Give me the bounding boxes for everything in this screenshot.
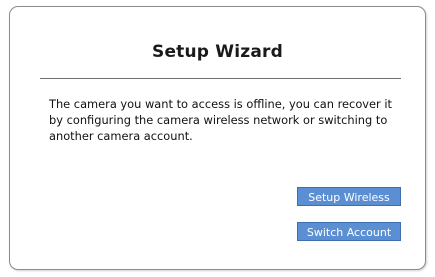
- title-divider: [40, 78, 401, 79]
- offline-message: The camera you want to access is offline…: [49, 97, 392, 143]
- setup-wizard-dialog: Setup Wizard The camera you want to acce…: [9, 6, 426, 270]
- setup-wireless-button[interactable]: Setup Wireless: [297, 187, 401, 206]
- dialog-title: Setup Wizard: [152, 42, 283, 62]
- switch-account-button[interactable]: Switch Account: [297, 222, 401, 241]
